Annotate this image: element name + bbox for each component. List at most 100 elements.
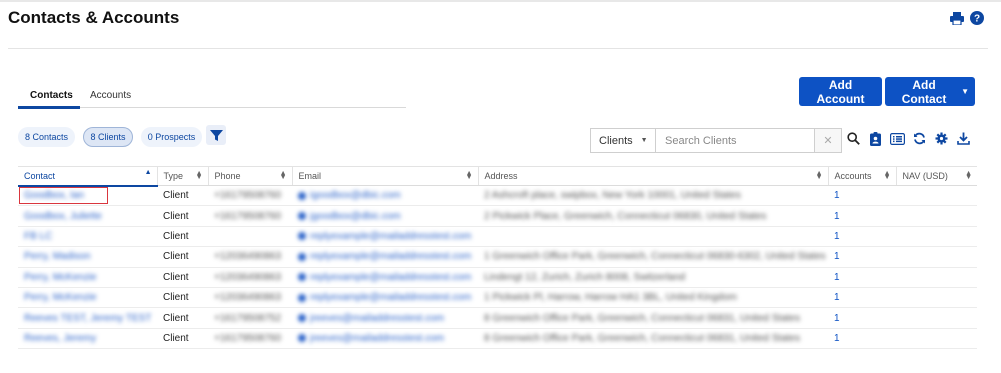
contact-nav: [896, 328, 977, 350]
contact-phone: +12036490863: [214, 292, 282, 304]
table-row: FB LC Client replyexample@mailaddresstes…: [18, 226, 977, 248]
svg-text:?: ?: [974, 14, 980, 25]
contact-name-link[interactable]: Perry, McKenzie: [24, 292, 97, 303]
column-header-contact[interactable]: Contact ▲: [18, 166, 157, 187]
contact-address: 8 Greenwich Office Park, Greenwich, Conn…: [484, 312, 801, 324]
add-contact-label: Add Contact: [901, 77, 947, 106]
column-header-address[interactable]: Address ▲ ▼: [477, 166, 828, 186]
filter-button[interactable]: [206, 125, 226, 145]
email-icon: [298, 334, 306, 343]
filter-contacts-label: 8 Contacts: [24, 132, 69, 142]
search-group: Clients ▼ ✕: [590, 128, 842, 153]
page-title: Contacts & Accounts: [8, 8, 180, 27]
filter-clients-pill[interactable]: 8 Clients: [83, 127, 133, 147]
contact-phone: +16179508760: [214, 190, 282, 202]
contact-address: 2 Ashcroft place, swipbox, New York 1000…: [484, 190, 741, 202]
search-icon[interactable]: [846, 131, 861, 146]
contact-name-link[interactable]: Reeves, Jeremy: [24, 333, 96, 344]
contact-card-icon[interactable]: [868, 131, 883, 146]
table-row: Reeves, Jeremy Client +16179508760 jreev…: [18, 328, 977, 350]
filter-prospects-pill[interactable]: 0 Prospects: [141, 127, 202, 147]
contact-address: Lindengt 12, Zurich, Zurich 8008, Switze…: [484, 271, 686, 283]
contact-type: Client: [157, 246, 208, 268]
contact-email-link[interactable]: jgoodbox@dbic.com: [310, 211, 401, 222]
search-input[interactable]: [656, 129, 814, 152]
contact-email-link[interactable]: replyexample@mailaddresstest.com: [310, 272, 471, 283]
tab-bar: Contacts Accounts: [18, 86, 406, 109]
contact-email-link[interactable]: igoodbox@dbic.com: [310, 190, 401, 201]
contacts-table-body: Goodbox, Ian Client +16179508760 igoodbo…: [18, 185, 977, 350]
contact-type: Client: [157, 205, 208, 227]
accounts-count-link[interactable]: 1: [834, 211, 840, 222]
caret-down-icon: ▼: [961, 87, 969, 96]
table-header-row: Contact ▲ Type ▲ ▼ Phone ▲ ▼ Email ▲ ▼ Address ▲…: [18, 166, 977, 187]
search-scope-value: Clients: [599, 134, 633, 147]
accounts-count-link[interactable]: 1: [834, 333, 840, 344]
contact-phone: +16179508752: [214, 312, 282, 324]
accounts-count-link[interactable]: 1: [834, 190, 840, 201]
contact-nav: [896, 307, 977, 329]
clear-search-button[interactable]: ✕: [814, 129, 841, 152]
sort-asc-icon: ▲: [144, 169, 152, 176]
contact-nav: [896, 205, 977, 227]
contact-email-link[interactable]: replyexample@mailaddresstest.com: [310, 292, 471, 303]
sort-icon: ▲ ▼: [195, 170, 203, 181]
contact-type: Client: [157, 185, 208, 207]
accounts-count-link[interactable]: 1: [834, 292, 840, 303]
filter-icon: [209, 129, 223, 141]
column-header-contact-label: Contact: [24, 170, 56, 181]
contact-name-link[interactable]: Reeves TEST, Jeremy TEST: [24, 313, 151, 324]
accounts-count-link[interactable]: 1: [834, 231, 840, 242]
tab-contacts[interactable]: Contacts: [30, 90, 73, 101]
contact-email-link[interactable]: replyexample@mailaddresstest.com: [310, 251, 471, 262]
accounts-count-link[interactable]: 1: [834, 272, 840, 283]
refresh-icon[interactable]: [912, 131, 927, 146]
sort-icon: ▲ ▼: [815, 170, 823, 181]
contact-name-link[interactable]: FB LC: [24, 231, 52, 242]
contact-type: Client: [157, 328, 208, 350]
contacts-table: Contact ▲ Type ▲ ▼ Phone ▲ ▼ Email ▲ ▼ Address ▲…: [18, 166, 977, 350]
help-icon[interactable]: ?: [970, 11, 984, 25]
contact-nav: [896, 185, 977, 207]
contact-nav: [896, 267, 977, 288]
contact-address: 8 Greenwich Office Park, Greenwich, Conn…: [484, 332, 801, 344]
contact-type: Client: [157, 287, 208, 309]
filter-contacts-pill[interactable]: 8 Contacts: [18, 127, 75, 147]
contact-name-link[interactable]: Perry, Madison: [24, 251, 91, 262]
download-icon[interactable]: [956, 131, 971, 146]
column-header-type-label: Type: [163, 171, 184, 181]
contact-email-link[interactable]: jreeves@mailaddresstest.com: [310, 333, 444, 344]
contact-address: 2 Pickwick Place, Greenwich, Connecticut…: [484, 210, 767, 222]
header-divider: [8, 48, 988, 49]
contact-phone: +16179508760: [214, 332, 282, 344]
column-header-accounts[interactable]: Accounts ▲ ▼: [827, 166, 896, 186]
table-row: Goodbox, Juliette Client +16179508760 jg…: [18, 205, 977, 227]
table-row: Perry, McKenzie Client +12036490863 repl…: [18, 267, 977, 288]
column-header-email-label: Email: [298, 171, 322, 181]
search-scope-select[interactable]: Clients ▼: [591, 129, 656, 152]
column-header-phone[interactable]: Phone ▲ ▼: [207, 166, 292, 186]
column-header-nav[interactable]: NAV (USD) ▲ ▼: [895, 166, 977, 186]
print-icon[interactable]: [950, 11, 964, 25]
column-header-address-label: Address: [484, 171, 518, 181]
add-account-button[interactable]: Add Account: [799, 77, 882, 106]
sort-icon: ▲ ▼: [465, 170, 473, 181]
column-header-type[interactable]: Type ▲ ▼: [156, 166, 208, 186]
accounts-count-link[interactable]: 1: [834, 251, 840, 262]
contact-name-link[interactable]: Goodbox, Juliette: [24, 211, 102, 222]
email-icon: [298, 232, 306, 241]
list-view-icon[interactable]: [890, 131, 905, 146]
caret-down-icon: ▼: [640, 137, 648, 144]
contact-email-link[interactable]: replyexample@mailaddresstest.com: [310, 231, 471, 242]
email-icon: [298, 252, 306, 261]
contact-nav: [896, 287, 977, 309]
contact-name-link[interactable]: Goodbox, Ian: [24, 190, 84, 201]
tab-accounts[interactable]: Accounts: [90, 90, 131, 101]
column-header-email[interactable]: Email ▲ ▼: [291, 166, 478, 186]
accounts-count-link[interactable]: 1: [834, 313, 840, 324]
add-account-label: Add Account: [816, 77, 865, 106]
contact-name-link[interactable]: Perry, McKenzie: [24, 272, 97, 283]
gear-icon[interactable]: [934, 131, 949, 146]
contact-email-link[interactable]: jreeves@mailaddresstest.com: [310, 313, 444, 324]
add-contact-button[interactable]: Add Contact ▼: [885, 77, 975, 106]
